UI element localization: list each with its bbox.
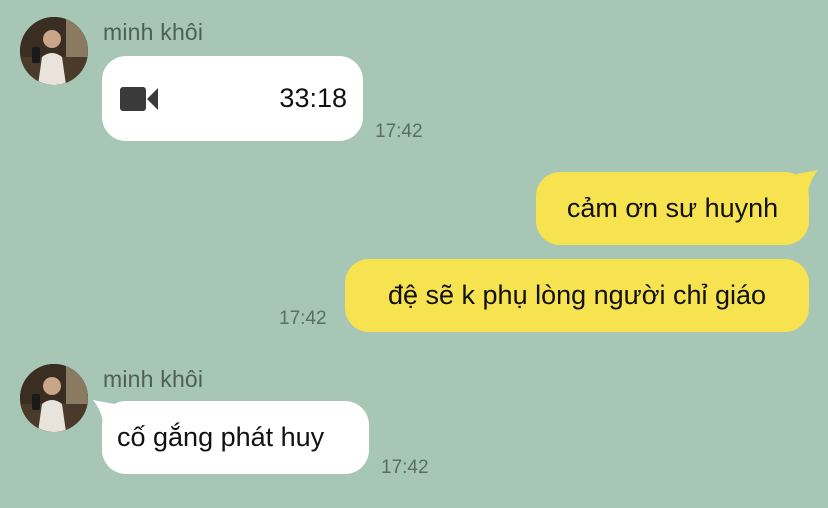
sender-name: minh khôi <box>103 366 204 392</box>
message-text: cảm ơn sư huynh <box>566 193 779 223</box>
bubble-tail <box>796 170 818 192</box>
avatar[interactable] <box>20 17 88 85</box>
timestamp: 17:42 <box>279 308 327 329</box>
video-camera-icon <box>120 86 160 112</box>
timestamp: 17:42 <box>381 457 429 478</box>
incoming-message-bubble[interactable]: cố gắng phát huy <box>102 401 369 474</box>
avatar[interactable] <box>20 364 88 432</box>
message-text: đệ sẽ k phụ lòng người chỉ giáo <box>387 280 767 310</box>
outgoing-message-bubble[interactable]: cảm ơn sư huynh <box>536 172 809 245</box>
timestamp: 17:42 <box>375 121 423 142</box>
video-call-bubble[interactable]: 33:18 <box>102 56 363 141</box>
outgoing-message-bubble[interactable]: đệ sẽ k phụ lòng người chỉ giáo <box>345 259 809 332</box>
call-duration: 33:18 <box>279 83 347 113</box>
message-text: cố gắng phát huy <box>117 422 325 452</box>
sender-name: minh khôi <box>103 19 204 45</box>
